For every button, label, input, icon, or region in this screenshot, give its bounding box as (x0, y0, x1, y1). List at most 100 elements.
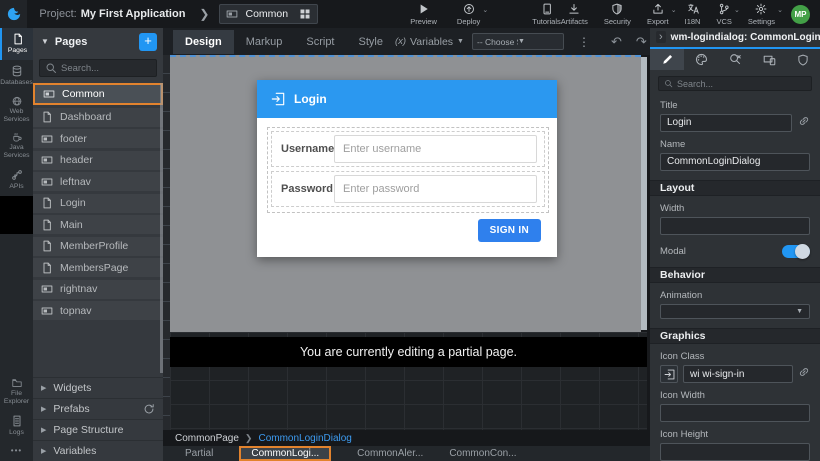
settings-button[interactable]: Settings ⌄ (748, 3, 775, 26)
security-button[interactable]: Security (604, 3, 631, 26)
title-input[interactable] (660, 114, 792, 132)
partial-icon (41, 283, 53, 295)
more-options-button[interactable]: ⋮ (572, 35, 596, 49)
user-avatar[interactable]: MP (791, 5, 810, 24)
section-variables[interactable]: ▶ Variables (33, 440, 163, 461)
form-container[interactable]: Username Password (267, 127, 549, 213)
pages-search-input[interactable] (61, 63, 151, 74)
add-page-button[interactable]: + (139, 33, 157, 51)
tab-common-alert-dialog[interactable]: CommonAler... (357, 448, 423, 459)
page-item-dashboard[interactable]: Dashboard (33, 108, 163, 127)
center-area: Design Markup Script Style (x) Variables… (163, 28, 650, 461)
top-bar: Project:My First Application ❯ Common Pr… (0, 0, 820, 28)
wavemaker-logo[interactable] (0, 0, 27, 28)
tab-properties[interactable] (650, 49, 684, 70)
caret-down-icon: ⌄ (777, 6, 783, 14)
tab-events[interactable] (718, 49, 752, 70)
section-page-structure[interactable]: ▶ Page Structure (33, 419, 163, 440)
partial-icon (41, 176, 53, 188)
bind-link-icon[interactable] (798, 365, 810, 383)
dialog-header[interactable]: Login (257, 80, 557, 118)
preview-button[interactable]: Preview (410, 3, 437, 26)
branch-icon (718, 3, 730, 15)
page-item-rightnav[interactable]: rightnav (33, 280, 163, 299)
name-input[interactable] (660, 153, 810, 171)
page-item-footer[interactable]: footer (33, 129, 163, 148)
tutorials-button[interactable]: Tutorials (532, 3, 560, 26)
page-item-main[interactable]: Main (33, 215, 163, 234)
rail-more-button[interactable]: ••• (0, 442, 33, 461)
page-item-topnav[interactable]: topnav (33, 301, 163, 320)
tab-markup[interactable]: Markup (234, 30, 295, 54)
icon-height-label: Icon Height (660, 429, 810, 440)
animation-select[interactable]: ▼ (660, 304, 810, 319)
vcs-button[interactable]: VCS ⌄ (716, 3, 731, 26)
breadcrumb-parent[interactable]: CommonPage (175, 433, 239, 444)
page-item-login[interactable]: Login (33, 194, 163, 213)
breadcrumb-current[interactable]: CommonLoginDialog (258, 433, 351, 444)
sign-in-button[interactable]: SIGN IN (478, 219, 541, 242)
rail-item-logs[interactable]: Logs (0, 410, 33, 442)
icon-class-preview-button[interactable] (660, 365, 678, 383)
rail-item-pages[interactable]: Pages (0, 28, 33, 60)
canvas-scrollbar[interactable] (641, 57, 647, 330)
modal-toggle[interactable] (782, 245, 810, 258)
rail-item-apis[interactable]: APIs (0, 164, 33, 196)
folder-icon (11, 378, 23, 388)
section-prefabs[interactable]: ▶ Prefabs (33, 398, 163, 419)
username-input[interactable] (334, 135, 537, 163)
rail-item-web-services[interactable]: Web Services (0, 92, 33, 128)
rail-item-file-explorer[interactable]: File Explorer (0, 374, 33, 410)
collapse-triangle-icon[interactable]: ▼ (41, 37, 49, 46)
partial-icon (41, 154, 53, 166)
collapse-chevron-icon[interactable]: › (656, 31, 666, 43)
bind-link-icon[interactable] (798, 114, 810, 132)
i18n-button[interactable]: I18N (685, 3, 701, 26)
page-item-leftnav[interactable]: leftnav (33, 172, 163, 191)
icon-height-input[interactable] (660, 443, 810, 461)
section-widgets[interactable]: ▶ Widgets (33, 377, 163, 398)
rail-spacer (0, 234, 33, 374)
deploy-button[interactable]: Deploy ⌄ (457, 3, 480, 26)
name-label: Name (660, 139, 810, 150)
expand-triangle-icon: ▶ (41, 447, 46, 455)
sign-in-icon (271, 92, 285, 106)
rail-item-databases[interactable]: Databases (0, 60, 33, 92)
icon-class-input[interactable] (683, 365, 793, 383)
tab-partial[interactable]: Partial (185, 448, 213, 459)
screen-size-dropdown[interactable]: -- Choose Screen Size -- ▼ (472, 33, 564, 50)
width-input[interactable] (660, 217, 810, 235)
undo-button[interactable]: ↶ (604, 34, 629, 50)
username-label: Username (272, 143, 334, 155)
page-selector-dropdown[interactable]: Common (219, 4, 318, 24)
tab-common-login-dialog[interactable]: CommonLogi... (239, 446, 331, 461)
artifacts-button[interactable]: Artifacts (561, 3, 588, 26)
caret-down-icon: ⌄ (482, 6, 488, 14)
pages-search (39, 59, 157, 77)
tab-design[interactable]: Design (173, 30, 234, 54)
tab-style[interactable]: Style (347, 30, 395, 54)
tab-script[interactable]: Script (294, 30, 346, 54)
username-row[interactable]: Username (271, 131, 545, 167)
icon-width-input[interactable] (660, 404, 810, 422)
animation-label: Animation (660, 290, 810, 301)
modal-label: Modal (660, 246, 686, 257)
tab-common-confirm-dialog[interactable]: CommonCon... (449, 448, 516, 459)
variables-dropdown[interactable]: (x) Variables ▼ (395, 36, 464, 48)
export-button[interactable]: Export ⌄ (647, 3, 669, 26)
tab-security[interactable] (786, 49, 820, 70)
page-item-common[interactable]: Common (33, 83, 163, 105)
page-item-memberspage[interactable]: MembersPage (33, 258, 163, 277)
rail-item-java-services[interactable]: Java Services (0, 128, 33, 164)
tab-devices[interactable] (752, 49, 786, 70)
page-item-memberprofile[interactable]: MemberProfile (33, 237, 163, 256)
password-row[interactable]: Password (271, 171, 545, 207)
logs-icon (11, 415, 23, 427)
properties-search-input[interactable] (677, 79, 806, 89)
page-item-header[interactable]: header (33, 151, 163, 170)
refresh-icon[interactable] (143, 403, 155, 415)
search-icon (45, 62, 57, 74)
password-input[interactable] (334, 175, 537, 203)
login-dialog-widget[interactable]: Login Username Password SIGN IN (257, 80, 557, 257)
tab-styles[interactable] (684, 49, 718, 70)
